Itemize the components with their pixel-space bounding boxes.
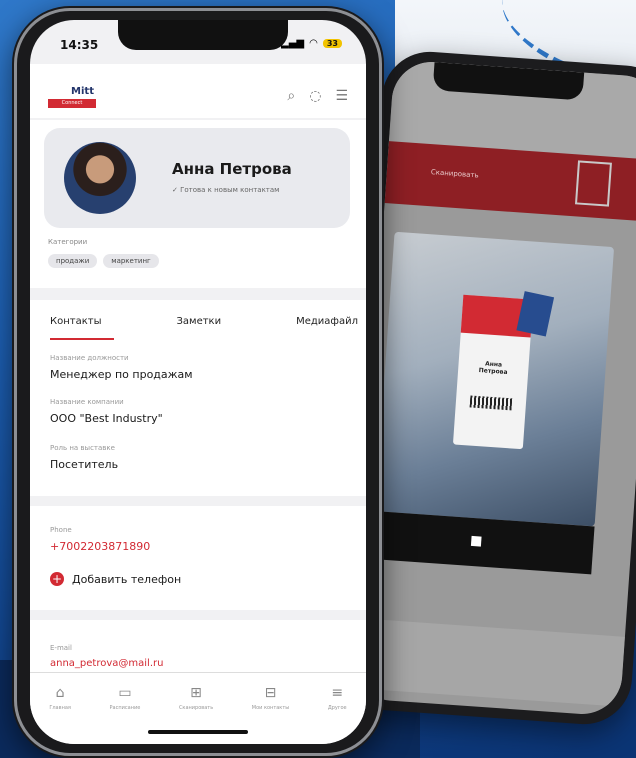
wifi-icon: ◠: [309, 38, 318, 49]
back-phone-screen: Сканировать Анна Петрова: [350, 59, 636, 717]
nav-more-label: Другое: [327, 705, 347, 711]
front-phone-screen: 14:35 ▂▄▆ ◠ 33 Mitt Connect ⌕ ◌ ☰ Анна П…: [30, 20, 366, 744]
status-icons: ▂▄▆ ◠ 33: [281, 38, 342, 49]
nav-contacts-label: Мои контакты: [251, 705, 290, 711]
categories-label: Категории: [48, 238, 88, 246]
nav-scan[interactable]: ⊞ Сканировать: [179, 685, 213, 744]
tab-notes[interactable]: Заметки: [176, 300, 221, 346]
contacts-icon: ⊟: [264, 685, 277, 701]
stop-icon[interactable]: [470, 535, 482, 547]
chip-sales[interactable]: продажи: [48, 254, 98, 268]
plus-icon: +: [50, 572, 64, 586]
status-time: 14:35: [60, 38, 99, 52]
search-icon[interactable]: ⌕: [287, 88, 295, 104]
menu-icon: ≡: [331, 685, 344, 701]
header-icons: ⌕ ◌ ☰: [287, 88, 348, 104]
status-bar: 14:35 ▂▄▆ ◠ 33: [30, 20, 366, 64]
nav-schedule-label: Расписание: [109, 705, 141, 711]
signal-icon: ▂▄▆: [281, 38, 305, 49]
back-phone-nav: [350, 617, 625, 707]
phone-section: Phone +7002203871890 + Добавить телефон: [30, 506, 366, 610]
nav-home[interactable]: ⌂ Главная: [49, 685, 71, 744]
chip-marketing[interactable]: маркетинг: [103, 254, 159, 268]
home-icon: ⌂: [55, 685, 65, 701]
profile-name: Анна Петрова: [172, 160, 292, 178]
tab-media[interactable]: Медиафайл: [296, 300, 358, 346]
app-header: Mitt Connect ⌕ ◌ ☰: [30, 64, 366, 118]
qr-code-icon[interactable]: [574, 160, 612, 207]
profile-tabs: Контакты Заметки Медиафайл: [30, 300, 366, 346]
nav-schedule[interactable]: ▭ Расписание: [110, 685, 141, 744]
add-phone-label: Добавить телефон: [72, 572, 182, 586]
laptop-icon: ▭: [118, 685, 132, 701]
app-logo: Mitt Connect: [48, 86, 96, 114]
nav-home-label: Главная: [49, 705, 71, 711]
phone-number-link[interactable]: +7002203871890: [50, 540, 150, 553]
battery-icon: 33: [322, 39, 342, 48]
bell-icon[interactable]: ◌: [309, 88, 321, 104]
role-value: Посетитель: [50, 458, 119, 471]
menu-icon[interactable]: ☰: [335, 88, 348, 104]
phone-label: Phone: [50, 526, 72, 534]
scan-banner-label: Сканировать: [430, 168, 479, 180]
role-label: Роль на выставке: [50, 444, 115, 452]
qr-scan-icon: ⊞: [190, 685, 202, 701]
nav-contacts[interactable]: ⊟ Мои контакты: [252, 685, 289, 744]
logo-sub: Connect: [48, 99, 96, 108]
event-badge: Анна Петрова: [452, 291, 555, 450]
nav-more[interactable]: ≡ Другое: [328, 685, 347, 744]
company-label: Название компании: [50, 398, 124, 406]
job-title-label: Название должности: [50, 354, 129, 362]
profile-section: Анна Петрова ✓ Готова к новым контактам …: [30, 120, 366, 288]
profile-status: ✓ Готова к новым контактам: [172, 186, 280, 194]
job-title-value: Менеджер по продажам: [50, 368, 193, 381]
nav-scan-label: Сканировать: [178, 705, 214, 711]
category-chips: продажи маркетинг: [48, 254, 159, 268]
email-label: E-mail: [50, 644, 72, 652]
logo-text: Mitt: [71, 86, 94, 97]
email-link[interactable]: anna_petrova@mail.ru: [50, 658, 163, 669]
home-indicator: [148, 730, 248, 734]
add-phone-button[interactable]: + Добавить телефон: [50, 572, 181, 586]
avatar: [64, 142, 136, 214]
barcode-icon: [469, 395, 513, 411]
email-section: E-mail anna_petrova@mail.ru: [30, 620, 366, 676]
badge-name: Анна Петрова: [478, 360, 508, 376]
company-value: ООО "Best Industry": [50, 412, 163, 425]
front-phone: 14:35 ▂▄▆ ◠ 33 Mitt Connect ⌕ ◌ ☰ Анна П…: [12, 6, 384, 758]
contact-fields: Название должности Менеджер по продажам …: [30, 346, 366, 496]
tab-contacts[interactable]: Контакты: [50, 300, 115, 346]
profile-card[interactable]: Анна Петрова ✓ Готова к новым контактам: [44, 128, 350, 228]
